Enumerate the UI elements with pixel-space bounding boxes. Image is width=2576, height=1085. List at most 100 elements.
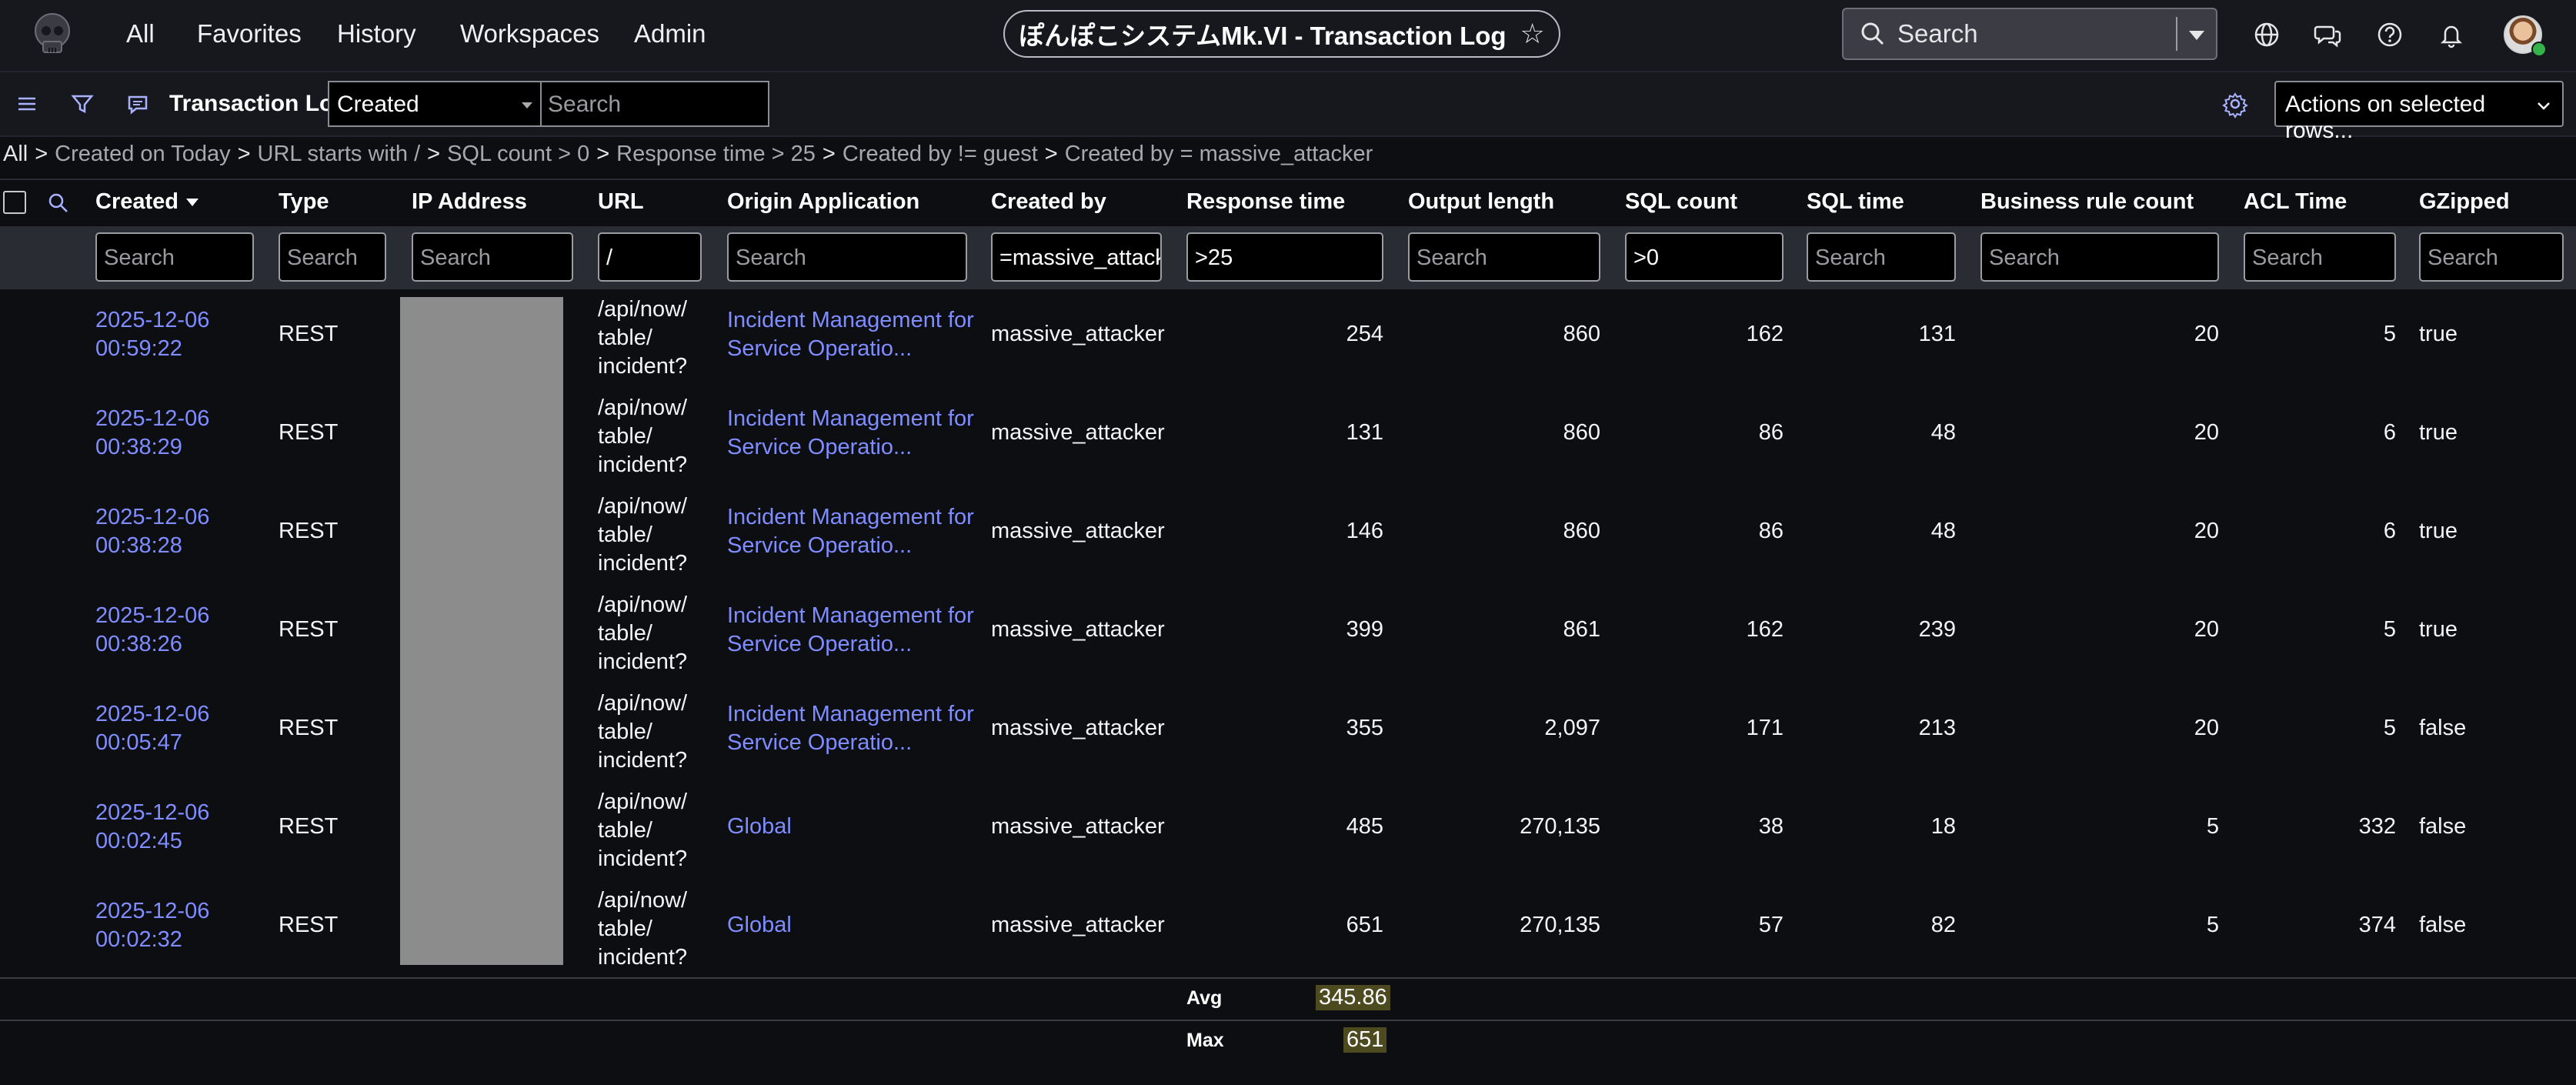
origin-link-line1[interactable]: Incident Management for bbox=[727, 405, 974, 433]
origin-link-line2[interactable]: Service Operatio... bbox=[727, 433, 912, 462]
created-date-link[interactable]: 2025-12-06 bbox=[95, 306, 209, 335]
filter-gzipped[interactable]: Search bbox=[2419, 232, 2564, 282]
filter-sql-count[interactable]: >0 bbox=[1625, 232, 1784, 282]
breadcrumb-all[interactable]: All bbox=[3, 142, 28, 166]
breadcrumb-sql-count[interactable]: SQL count > 0 bbox=[447, 142, 589, 166]
created-time-link[interactable]: 00:59:22 bbox=[95, 335, 182, 363]
comment-icon[interactable] bbox=[123, 89, 152, 119]
filter-url[interactable]: / bbox=[598, 232, 702, 282]
created-time-link[interactable]: 00:38:26 bbox=[95, 630, 182, 659]
column-header-url[interactable]: URL bbox=[598, 189, 644, 215]
filter-output-length[interactable]: Search bbox=[1408, 232, 1600, 282]
filter-icon[interactable] bbox=[68, 89, 97, 119]
chat-icon[interactable] bbox=[2313, 19, 2344, 50]
filter-response-time[interactable]: >25 bbox=[1186, 232, 1383, 282]
nav-history[interactable]: History bbox=[337, 17, 416, 51]
global-search-input[interactable]: Search bbox=[1842, 8, 2217, 60]
filter-business-rule-count[interactable]: Search bbox=[1980, 232, 2219, 282]
search-icon[interactable] bbox=[46, 191, 71, 215]
table-row[interactable]: 2025-12-06 00:38:28 REST /api/now/ table… bbox=[0, 492, 2576, 591]
bell-icon[interactable] bbox=[2436, 19, 2467, 50]
table-row[interactable]: 2025-12-06 00:02:32 REST /api/now/ table… bbox=[0, 886, 2576, 985]
origin-link[interactable]: Global bbox=[727, 813, 792, 841]
created-date-link[interactable]: 2025-12-06 bbox=[95, 405, 209, 433]
origin-link-line2[interactable]: Service Operatio... bbox=[727, 532, 912, 560]
created-date-link[interactable]: 2025-12-06 bbox=[95, 503, 209, 532]
column-header-business-rule-count[interactable]: Business rule count bbox=[1980, 189, 2194, 215]
column-header-ip[interactable]: IP Address bbox=[412, 189, 527, 215]
created-date-link[interactable]: 2025-12-06 bbox=[95, 799, 209, 827]
created-date-link[interactable]: 2025-12-06 bbox=[95, 602, 209, 630]
chevron-down-icon[interactable] bbox=[2185, 23, 2208, 46]
help-icon[interactable] bbox=[2374, 19, 2405, 50]
created-time-link[interactable]: 00:38:28 bbox=[95, 532, 182, 560]
max-label: Max bbox=[1186, 1030, 1224, 1051]
column-header-created[interactable]: Created bbox=[95, 189, 199, 215]
breadcrumb-not-guest[interactable]: Created by != guest bbox=[843, 142, 1038, 166]
created-time-link[interactable]: 00:05:47 bbox=[95, 729, 182, 757]
globe-icon[interactable] bbox=[2251, 19, 2282, 50]
business-rule-count-cell: 20 bbox=[2194, 420, 2219, 445]
column-header-sql-time[interactable]: SQL time bbox=[1807, 189, 1904, 215]
filter-origin[interactable]: Search bbox=[727, 232, 967, 282]
origin-link-line1[interactable]: Incident Management for bbox=[727, 503, 974, 532]
created-date-link[interactable]: 2025-12-06 bbox=[95, 700, 209, 729]
nav-all[interactable]: All bbox=[126, 17, 155, 51]
origin-link-line2[interactable]: Service Operatio... bbox=[727, 335, 912, 363]
filter-created-by[interactable]: =massive_attacker bbox=[991, 232, 1162, 282]
created-time-link[interactable]: 00:02:32 bbox=[95, 926, 182, 954]
acl-time-cell: 332 bbox=[2358, 814, 2396, 839]
nav-workspaces[interactable]: Workspaces bbox=[460, 17, 599, 51]
list-search-input[interactable]: Search bbox=[540, 81, 769, 127]
nav-favorites[interactable]: Favorites bbox=[197, 17, 302, 51]
gear-icon[interactable] bbox=[2221, 89, 2250, 119]
skull-logo-icon[interactable] bbox=[26, 8, 78, 60]
created-date-link[interactable]: 2025-12-06 bbox=[95, 897, 209, 926]
origin-link-line1[interactable]: Incident Management for bbox=[727, 700, 974, 729]
created-time-link[interactable]: 00:02:45 bbox=[95, 827, 182, 856]
column-header-sql-count[interactable]: SQL count bbox=[1625, 189, 1737, 215]
column-header-response-time[interactable]: Response time bbox=[1186, 189, 1345, 215]
column-header-origin[interactable]: Origin Application bbox=[727, 189, 919, 215]
breadcrumb-created-by[interactable]: Created by = massive_attacker bbox=[1065, 142, 1373, 166]
hamburger-menu-icon[interactable] bbox=[12, 89, 42, 119]
column-header-acl-time[interactable]: ACL Time bbox=[2244, 189, 2347, 215]
origin-link[interactable]: Global bbox=[727, 911, 792, 940]
filter-acl-time[interactable]: Search bbox=[2244, 232, 2396, 282]
sql-time-cell: 82 bbox=[1930, 913, 1956, 937]
caret-down-icon bbox=[522, 102, 532, 108]
filter-ip[interactable]: Search bbox=[412, 232, 573, 282]
origin-link-line1[interactable]: Incident Management for bbox=[727, 602, 974, 630]
star-icon[interactable]: ☆ bbox=[1520, 18, 1545, 50]
response-time-cell: 131 bbox=[1346, 420, 1383, 445]
table-row[interactable]: 2025-12-06 00:02:45 REST /api/now/ table… bbox=[0, 788, 2576, 886]
sql-count-cell: 162 bbox=[1746, 322, 1784, 346]
breadcrumb-url[interactable]: URL starts with / bbox=[258, 142, 421, 166]
sql-count-cell: 38 bbox=[1758, 814, 1784, 839]
column-header-output-length[interactable]: Output length bbox=[1408, 189, 1554, 215]
origin-link-line2[interactable]: Service Operatio... bbox=[727, 729, 912, 757]
select-all-checkbox[interactable] bbox=[3, 191, 26, 214]
created-time-link[interactable]: 00:38:29 bbox=[95, 433, 182, 462]
origin-link-line1[interactable]: Incident Management for bbox=[727, 306, 974, 335]
table-row[interactable]: 2025-12-06 00:05:47 REST /api/now/ table… bbox=[0, 689, 2576, 788]
table-row[interactable]: 2025-12-06 00:38:29 REST /api/now/ table… bbox=[0, 394, 2576, 492]
search-field-select[interactable]: Created bbox=[328, 81, 540, 127]
filter-created[interactable]: Search bbox=[95, 232, 254, 282]
table-row[interactable]: 2025-12-06 00:59:22 REST /api/now/ table… bbox=[0, 295, 2576, 394]
breadcrumb-created-today[interactable]: Created on Today bbox=[55, 142, 230, 166]
column-header-type[interactable]: Type bbox=[279, 189, 329, 215]
actions-select[interactable]: Actions on selected rows... bbox=[2274, 81, 2564, 143]
context-title-pill[interactable]: ぽんぽこシステムMk.VI - Transaction Log ☆ bbox=[1003, 10, 1560, 58]
breadcrumb-separator: > bbox=[1044, 142, 1058, 166]
breadcrumb-response-time[interactable]: Response time > 25 bbox=[616, 142, 816, 166]
filter-type[interactable]: Search bbox=[279, 232, 386, 282]
filter-sql-time[interactable]: Search bbox=[1807, 232, 1956, 282]
page-title: ぽんぽこシステムMk.VI - Transaction Log bbox=[1019, 22, 1507, 50]
table-row[interactable]: 2025-12-06 00:38:26 REST /api/now/ table… bbox=[0, 591, 2576, 689]
nav-admin[interactable]: Admin bbox=[634, 17, 706, 51]
origin-link-line2[interactable]: Service Operatio... bbox=[727, 630, 912, 659]
column-header-gzipped[interactable]: GZipped bbox=[2419, 189, 2510, 215]
column-header-created-by[interactable]: Created by bbox=[991, 189, 1106, 215]
acl-time-cell: 5 bbox=[2383, 617, 2396, 642]
